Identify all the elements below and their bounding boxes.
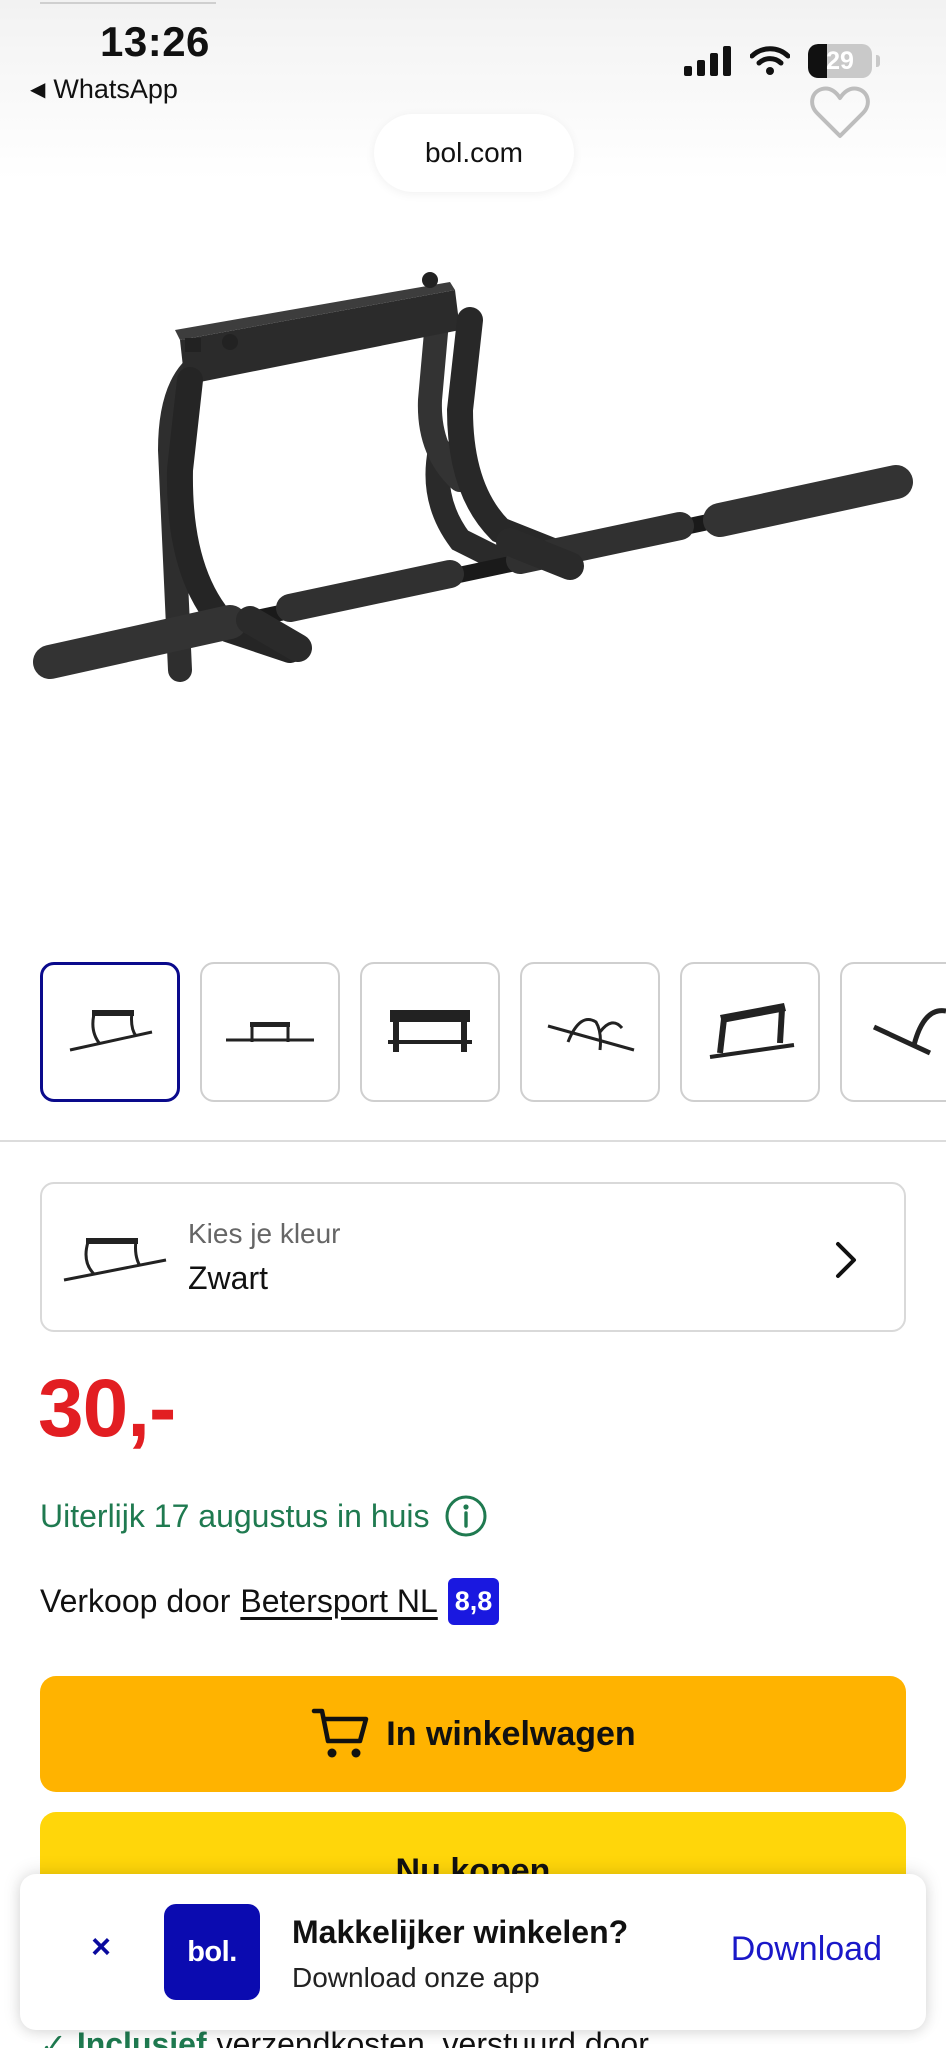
thumbnail-5[interactable] — [680, 962, 820, 1102]
delivery-text: Uiterlijk 17 augustus in huis — [40, 1497, 430, 1534]
download-app-link[interactable]: Download — [731, 1930, 882, 1969]
info-icon[interactable] — [444, 1494, 488, 1538]
back-triangle-icon: ◀ — [30, 78, 46, 101]
app-download-banner: × bol. Makkelijker winkelen? Download on… — [20, 1874, 926, 2030]
back-app-label: WhatsApp — [53, 74, 178, 104]
pullup-bar-icon — [547, 1018, 635, 1052]
pullup-bar-icon — [388, 1010, 472, 1052]
seller-link[interactable]: Betersport NL — [240, 1583, 437, 1620]
seller-info: Verkoop door Betersport NL 8,8 — [40, 1578, 500, 1625]
seller-prefix: Verkoop door — [40, 1583, 231, 1619]
product-price: 30,- — [38, 1363, 176, 1454]
section-divider — [0, 1140, 946, 1142]
thumbnail-3[interactable] — [360, 962, 500, 1102]
thumbnail-2[interactable] — [200, 962, 340, 1102]
status-bar-divider — [40, 2, 216, 4]
product-image[interactable] — [30, 250, 916, 730]
banner-title: Makkelijker winkelen? — [292, 1914, 629, 1950]
color-selector[interactable]: Kies je kleur Zwart — [40, 1182, 906, 1332]
delivery-info: Uiterlijk 17 augustus in huis — [40, 1494, 488, 1538]
thumbnail-strip — [40, 962, 946, 1102]
add-to-cart-label: In winkelwagen — [386, 1714, 636, 1753]
pullup-bar-icon — [709, 1003, 795, 1059]
color-label: Kies je kleur — [188, 1218, 341, 1249]
back-to-app-link[interactable]: ◀ WhatsApp — [30, 74, 178, 105]
pullup-bar-icon — [872, 1008, 946, 1056]
pullup-bar-icon — [69, 1010, 153, 1052]
chevron-right-icon — [836, 1242, 856, 1278]
thumbnail-6[interactable] — [840, 962, 946, 1102]
battery-cap — [876, 55, 880, 67]
bol-logo: bol. — [164, 1904, 260, 2000]
product-page: 13:26 ◀ WhatsApp 29 bol.com Kies je kleu… — [0, 0, 946, 2048]
color-swatch-image — [63, 1238, 167, 1282]
battery-icon: 29 — [808, 44, 872, 78]
add-to-cart-button[interactable]: In winkelwagen — [40, 1676, 906, 1792]
url-bar[interactable]: bol.com — [374, 114, 574, 192]
shopping-cart-icon — [312, 1708, 369, 1758]
seller-rating-badge: 8,8 — [447, 1578, 500, 1625]
heart-icon[interactable] — [810, 84, 870, 140]
wifi-icon — [750, 46, 790, 75]
battery-level: 29 — [826, 47, 854, 75]
status-time: 13:26 — [100, 18, 210, 65]
thumbnail-1[interactable] — [40, 962, 180, 1102]
cellular-signal-icon — [684, 46, 731, 76]
status-icons: 29 — [684, 44, 880, 78]
close-icon[interactable]: × — [76, 1922, 126, 1972]
thumbnail-4[interactable] — [520, 962, 660, 1102]
color-value: Zwart — [188, 1260, 268, 1296]
banner-subtitle: Download onze app — [292, 1962, 540, 1993]
pullup-bar-icon — [226, 1022, 314, 1042]
